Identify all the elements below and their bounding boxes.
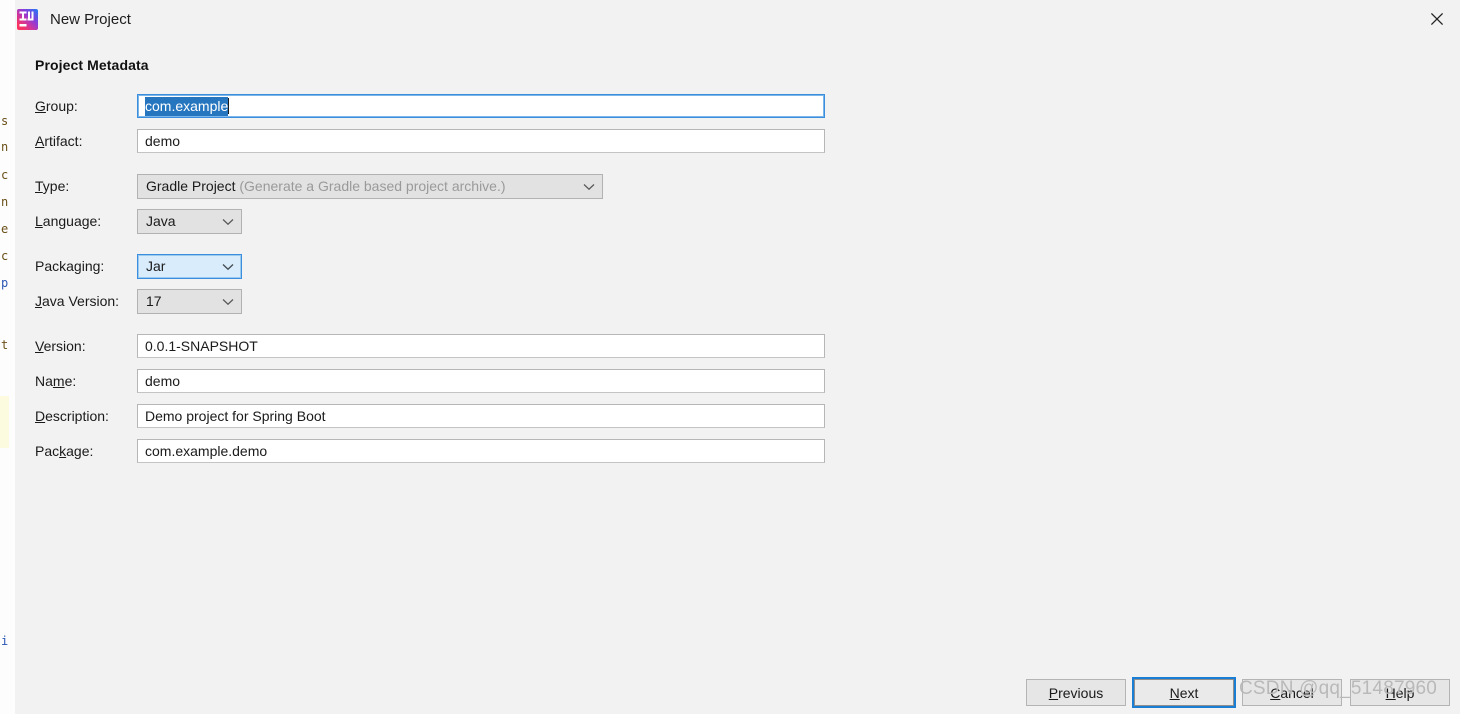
name-label: Name: [35,373,77,389]
packaging-label: Packaging: [35,258,105,274]
language-combobox[interactable]: Java [137,209,242,234]
version-label: Version: [35,338,86,354]
previous-button-label: Previous [1048,684,1104,701]
name-input[interactable]: demo [137,369,825,393]
package-input[interactable]: com.example.demo [137,439,825,463]
chevron-down-icon [583,175,595,198]
type-hint: (Generate a Gradle based project archive… [239,178,506,194]
close-icon[interactable] [1414,0,1460,38]
previous-button[interactable]: Previous [1026,679,1126,706]
description-label: Description: [35,408,109,424]
bg-code-fragment: i [1,634,9,648]
dialog-titlebar: New Project [15,0,1460,40]
intellij-idea-icon [15,7,40,32]
bg-code-fragment: n [1,140,9,154]
description-input[interactable]: Demo project for Spring Boot [137,404,825,428]
bg-code-fragment: s [1,114,9,128]
next-button-label: Next [1169,684,1199,701]
version-input[interactable]: 0.0.1-SNAPSHOT [137,334,825,358]
cancel-button[interactable]: Cancel [1242,679,1342,706]
page-title: Project Metadata [35,57,149,73]
type-value: Gradle Project [146,178,236,194]
group-input-value: com.example [145,97,229,116]
bg-code-fragment: n [1,195,9,209]
package-label: Package: [35,443,94,459]
type-label: Type: [35,178,70,194]
artifact-label: Artifact: [35,133,83,149]
java-version-value: 17 [146,293,162,309]
background-editor-sliver: s n c n e c p t i [0,0,15,714]
editor-line-highlight [0,396,9,448]
bg-code-fragment: c [1,249,9,263]
bg-code-fragment: t [1,338,9,352]
java-version-combobox[interactable]: 17 [137,289,242,314]
help-button-label: Help [1385,684,1415,701]
text-caret [228,98,230,114]
type-combobox[interactable]: Gradle Project (Generate a Gradle based … [137,174,603,199]
chevron-down-icon [222,210,234,233]
artifact-input-value: demo [145,133,181,149]
packaging-combobox[interactable]: Jar [137,254,242,279]
new-project-dialog: New Project Project Metadata Group: com.… [15,0,1460,714]
bg-code-fragment: p [1,276,9,290]
artifact-input[interactable]: demo [137,129,825,153]
group-input[interactable]: com.example [137,94,825,118]
dialog-title: New Project [50,11,131,28]
package-input-value: com.example.demo [145,443,268,459]
next-button[interactable]: Next [1134,679,1234,706]
chevron-down-icon [222,255,234,278]
bg-code-fragment: e [1,222,9,236]
packaging-value: Jar [146,258,166,274]
chevron-down-icon [222,290,234,313]
bg-code-fragment: c [1,168,9,182]
description-input-value: Demo project for Spring Boot [145,408,326,424]
language-value: Java [146,213,176,229]
cancel-button-label: Cancel [1270,684,1314,701]
help-button[interactable]: Help [1350,679,1450,706]
group-label: Group: [35,98,78,114]
name-input-value: demo [145,373,181,389]
java-version-label: Java Version: [35,293,120,309]
version-input-value: 0.0.1-SNAPSHOT [145,338,258,354]
language-label: Language: [35,213,102,229]
